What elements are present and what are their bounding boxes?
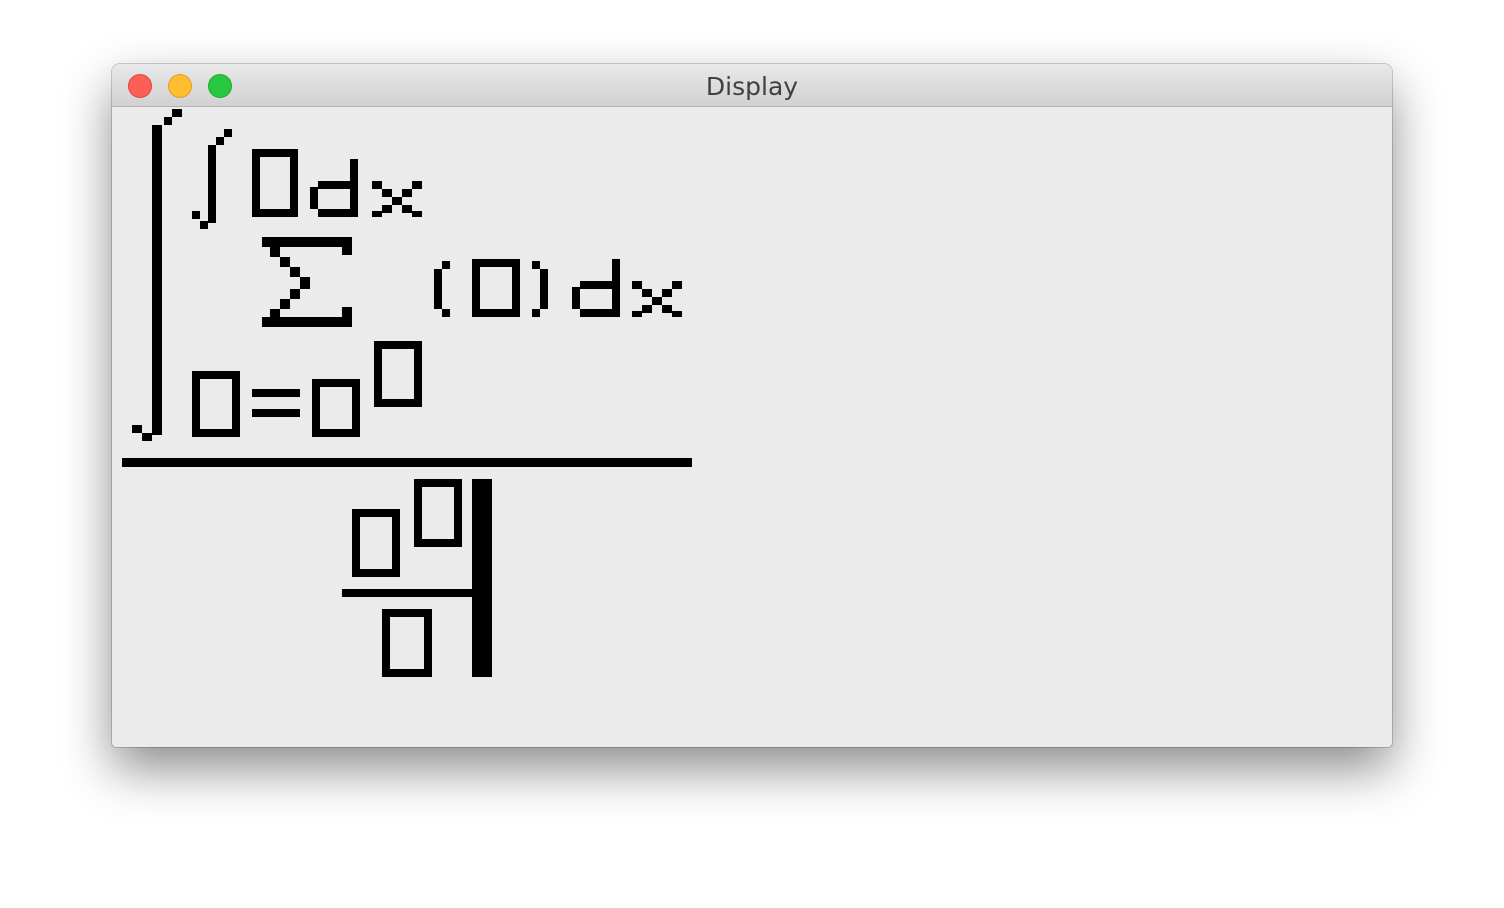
- display-window: Display: [112, 64, 1392, 747]
- lower-limit-base-box: [312, 379, 360, 437]
- window-title: Display: [705, 72, 799, 101]
- main-fraction-bar: [122, 458, 692, 467]
- denominator-exponent-box: [414, 479, 462, 547]
- denominator-base-box: [352, 509, 400, 577]
- lower-limit-exponent-box: [374, 341, 422, 407]
- top-x-glyph: [372, 181, 422, 217]
- left-parenthesis: [434, 261, 450, 317]
- summand-placeholder-box: [472, 259, 520, 317]
- equals-sign: [252, 389, 300, 417]
- middle-x-glyph: [632, 281, 682, 317]
- right-parenthesis: [532, 261, 548, 317]
- lower-limit-left-box: [192, 371, 240, 437]
- summation-sign: [262, 237, 352, 327]
- math-formula-drawing: [122, 109, 692, 677]
- vertical-bar-glyph: [472, 479, 492, 677]
- outer-integral-sign: [132, 109, 182, 441]
- top-d-glyph: [310, 159, 358, 217]
- integrand-placeholder-box: [252, 149, 298, 217]
- inner-denominator-box: [382, 609, 432, 677]
- inner-integral-sign: [192, 129, 232, 229]
- formula-canvas: [112, 107, 1392, 747]
- inner-fraction-bar: [342, 589, 472, 597]
- title-bar[interactable]: Display: [112, 64, 1392, 107]
- middle-d-glyph: [572, 259, 620, 317]
